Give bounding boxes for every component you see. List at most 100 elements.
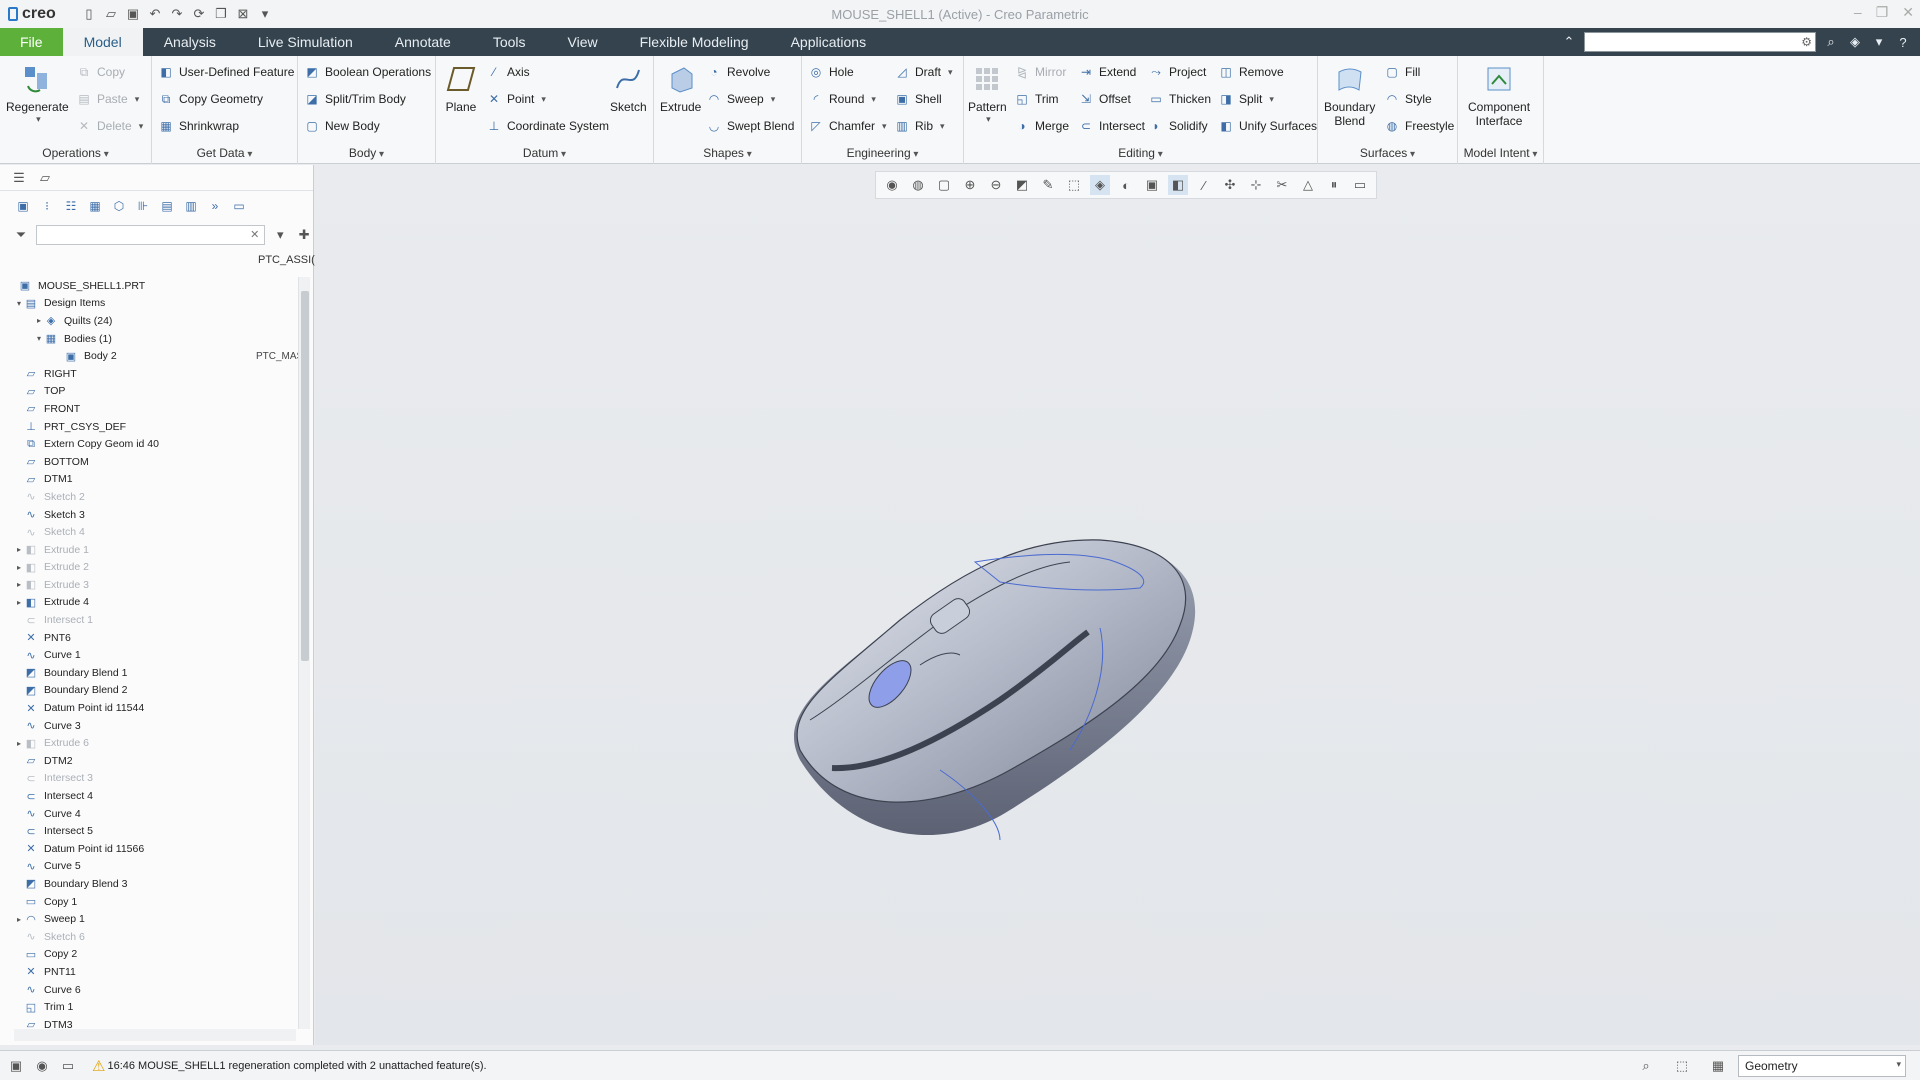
pattern-dropdown-icon[interactable]: ▾ <box>986 114 991 125</box>
tree-item[interactable]: ▱ DTM3 <box>0 1016 300 1029</box>
tree-item[interactable]: ▱ DTM1 <box>0 471 300 489</box>
tree-item[interactable]: ◩ Boundary Blend 2 <box>0 682 300 700</box>
close-window-icon[interactable]: ⊠ <box>234 5 252 23</box>
save-icon[interactable]: ▣ <box>124 5 142 23</box>
mirror-button[interactable]: ⧎ Mirror <box>1014 62 1066 82</box>
show-icon[interactable]: ▣ <box>14 197 32 215</box>
offset-button[interactable]: ⇲ Offset <box>1078 89 1131 109</box>
intersect-button[interactable]: ⊂ Intersect <box>1078 116 1145 136</box>
tab-analysis[interactable]: Analysis <box>143 28 237 56</box>
tree-item[interactable]: ▸ ◧ Extrude 6 <box>0 734 300 752</box>
customize-qat-icon[interactable]: ▾ <box>256 5 274 23</box>
tree-item[interactable]: ◱ Trim 1 <box>0 998 300 1016</box>
tree-settings-icon[interactable]: ▦ <box>86 197 104 215</box>
more-icon[interactable]: » <box>206 197 224 215</box>
extend-button[interactable]: ⇥ Extend <box>1078 62 1136 82</box>
tree-item[interactable]: ▸ ◧ Extrude 2 <box>0 559 300 577</box>
open-folder-icon[interactable]: ▱ <box>102 5 120 23</box>
scrollbar-thumb[interactable] <box>301 291 309 661</box>
help-icon[interactable]: ? <box>1894 35 1912 50</box>
full-screen-icon[interactable]: ▭ <box>58 1056 78 1076</box>
rib-button[interactable]: ▥ Rib ▾ <box>894 116 944 136</box>
zoom-out-icon[interactable]: ⊖ <box>986 175 1006 195</box>
solidify-button[interactable]: ◗ Solidify <box>1148 116 1207 136</box>
annotation-display-icon[interactable]: ✂ <box>1272 175 1292 195</box>
tree-item[interactable]: ▱ RIGHT <box>0 365 300 383</box>
regenerate-icon[interactable]: ⟳ <box>190 5 208 23</box>
group-label-model-intent[interactable]: Model Intent <box>1458 146 1543 160</box>
tab-tools[interactable]: Tools <box>472 28 547 56</box>
undo-icon[interactable]: ↶ <box>146 5 164 23</box>
tab-live-simulation[interactable]: Live Simulation <box>237 28 374 56</box>
tree-item[interactable]: ◩ Boundary Blend 3 <box>0 875 300 893</box>
tree-item[interactable]: ∿ Sketch 3 <box>0 506 300 524</box>
minimize-icon[interactable]: – <box>1854 4 1862 21</box>
group-label-engineering[interactable]: Engineering <box>802 146 963 160</box>
tree-item[interactable]: ∿ Curve 6 <box>0 981 300 999</box>
tree-filter-icon[interactable]: ⊪ <box>134 197 152 215</box>
expand-all-icon[interactable]: ☷ <box>62 197 80 215</box>
command-search-input[interactable]: ⚙ <box>1584 32 1816 52</box>
annotation-icon[interactable]: ▭ <box>1350 175 1370 195</box>
section-icon[interactable]: ◧ <box>1168 175 1188 195</box>
group-label-get-data[interactable]: Get Data <box>152 146 297 160</box>
tree-item[interactable]: ▱ DTM2 <box>0 752 300 770</box>
filter-funnel-icon[interactable]: ⏷ <box>12 226 30 244</box>
tree-item[interactable]: ▸ ◈ Quilts (24) <box>0 312 300 330</box>
tree-item[interactable]: ▣ MOUSE_SHELL1.PRT <box>0 277 300 295</box>
expand-toggle-icon[interactable]: ▸ <box>14 598 24 607</box>
tree-item[interactable]: ✕ PNT6 <box>0 629 300 647</box>
tab-model[interactable]: Model <box>62 28 143 56</box>
view-eye-icon[interactable]: ◉ <box>882 175 902 195</box>
collapse-ribbon-icon[interactable]: ⌃ <box>1560 34 1578 50</box>
datum-planes-display-icon[interactable]: ⁄ <box>1194 175 1214 195</box>
axis-button[interactable]: ⁄ Axis <box>486 62 530 82</box>
regenerate-button[interactable]: Regenerate ▾ <box>6 62 69 125</box>
notes-icon[interactable]: ▭ <box>230 197 248 215</box>
group-label-datum[interactable]: Datum <box>436 146 653 160</box>
style-button[interactable]: ◠ Style <box>1384 89 1432 109</box>
zoom-in-icon[interactable]: ⊕ <box>960 175 980 195</box>
tree-item[interactable]: ▱ BOTTOM <box>0 453 300 471</box>
regenerate-dropdown-icon[interactable]: ▾ <box>36 114 41 125</box>
group-label-body[interactable]: Body <box>298 146 435 160</box>
chamfer-button[interactable]: ◸ Chamfer ▾ <box>808 116 886 136</box>
spin-center-display-icon[interactable]: △ <box>1298 175 1318 195</box>
tree-item[interactable]: ▾ ▦ Bodies (1) <box>0 330 300 348</box>
tree-item[interactable]: ⊂ Intersect 3 <box>0 770 300 788</box>
tab-applications[interactable]: Applications <box>770 28 888 56</box>
folder-browser-tab-icon[interactable]: ▱ <box>36 169 54 187</box>
dropdown-icon[interactable]: ▾ <box>1870 34 1888 50</box>
csys-display-icon[interactable]: ⊹ <box>1246 175 1266 195</box>
fill-button[interactable]: ▢ Fill <box>1384 62 1420 82</box>
search-dropdown-icon[interactable]: ▾ <box>271 226 289 244</box>
saved-orientations-icon[interactable]: ⬚ <box>1064 175 1084 195</box>
tree-item[interactable]: ∿ Curve 5 <box>0 858 300 876</box>
split-button[interactable]: ◨ Split ▾ <box>1218 89 1274 109</box>
copy-geometry-button[interactable]: ⧉ Copy Geometry <box>158 89 263 109</box>
search-settings-icon[interactable]: ⚙ <box>1801 35 1812 49</box>
trim-button[interactable]: ◱ Trim <box>1014 89 1058 109</box>
tree-item[interactable]: ∿ Curve 3 <box>0 717 300 735</box>
split-trim-body-button[interactable]: ◪ Split/Trim Body <box>304 89 406 109</box>
view-manager-icon[interactable]: ◐ <box>1116 175 1136 195</box>
layers-icon[interactable]: ▤ <box>158 197 176 215</box>
copy-button[interactable]: ⧉ Copy <box>76 62 125 82</box>
tree-item[interactable]: ▣ Body 2 PTC_MAS <box>0 347 300 365</box>
datum-points-display-icon[interactable]: ✣ <box>1220 175 1240 195</box>
new-body-button[interactable]: ▢ New Body <box>304 116 379 136</box>
display-style-icon[interactable]: ◈ <box>1090 175 1110 195</box>
sketch-button[interactable]: Sketch <box>610 62 647 114</box>
restore-icon[interactable]: ❐ <box>1876 4 1889 21</box>
tree-item[interactable]: ▸ ◠ Sweep 1 <box>0 910 300 928</box>
model-tree-tab-icon[interactable]: ☰ <box>10 169 28 187</box>
plane-button[interactable]: Plane <box>444 62 478 114</box>
project-button[interactable]: ⤳ Project <box>1148 62 1206 82</box>
tab-annotate[interactable]: Annotate <box>374 28 472 56</box>
tree-item[interactable]: ▸ ◧ Extrude 4 <box>0 594 300 612</box>
graphics-viewport[interactable]: ◉ ◍ ▢ ⊕ ⊖ ◩ ✎ ⬚ ◈ ◐ ▣ ◧ ⁄ ✣ ⊹ ✂ △ ⏸ ▭ <box>315 165 1920 1045</box>
merge-button[interactable]: ◑ Merge <box>1014 116 1069 136</box>
tree-item[interactable]: ∿ Sketch 4 <box>0 523 300 541</box>
expand-toggle-icon[interactable]: ▸ <box>14 563 24 572</box>
expand-toggle-icon[interactable]: ▾ <box>14 299 24 308</box>
